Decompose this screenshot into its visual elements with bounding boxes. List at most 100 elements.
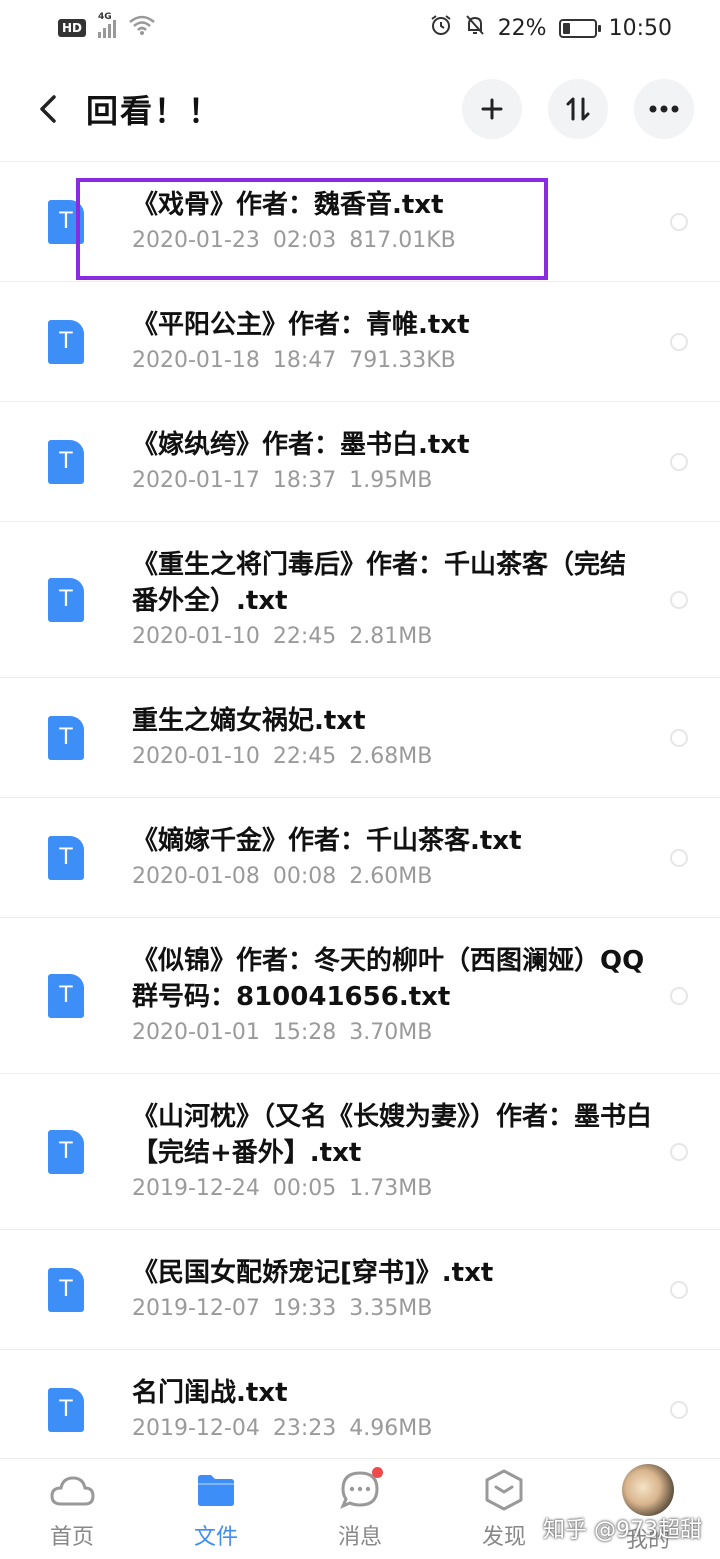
sort-button[interactable] bbox=[548, 78, 608, 139]
file-row[interactable]: T 《似锦》作者：冬天的柳叶（西图澜娅）QQ群号码：810041656.txt … bbox=[0, 918, 720, 1074]
signal-bar bbox=[98, 32, 102, 38]
cloud-icon bbox=[49, 1467, 95, 1513]
plus-icon bbox=[481, 98, 503, 119]
nav-label: 发现 bbox=[481, 1525, 526, 1550]
select-checkbox[interactable] bbox=[670, 452, 688, 471]
network-type-label: 4G bbox=[98, 12, 112, 22]
file-row[interactable]: T 《重生之将门毒后》作者：千山茶客（完结 番外全）.txt 2020-01-1… bbox=[0, 522, 720, 678]
file-name: 《似锦》作者：冬天的柳叶（西图澜娅）QQ群号码：810041656.txt bbox=[132, 945, 645, 1012]
select-checkbox[interactable] bbox=[670, 848, 688, 867]
select-checkbox[interactable] bbox=[670, 212, 688, 231]
file-size: 2.68MB bbox=[349, 743, 433, 769]
file-meta: 2020-01-01 15:28 3.70MB bbox=[132, 1017, 652, 1049]
nav-home[interactable]: 首页 bbox=[0, 1459, 144, 1559]
file-time: 00:08 bbox=[272, 863, 337, 889]
file-size: 3.70MB bbox=[349, 1019, 433, 1045]
file-date: 2020-01-18 bbox=[132, 347, 260, 373]
notification-dot bbox=[372, 1467, 383, 1478]
file-text: 《重生之将门毒后》作者：千山茶客（完结 番外全）.txt 2020-01-10 … bbox=[132, 547, 652, 653]
file-size: 2.60MB bbox=[349, 863, 433, 889]
battery-icon bbox=[558, 18, 601, 38]
file-meta: 2019-12-07 19:33 3.35MB bbox=[132, 1293, 652, 1325]
file-meta: 2020-01-23 02:03 817.01KB bbox=[132, 225, 652, 257]
hd-badge: HD bbox=[58, 19, 87, 37]
file-row[interactable]: T 《嫡嫁千金》作者：千山茶客.txt 2020-01-08 00:08 2.6… bbox=[0, 798, 720, 918]
file-time: 22:45 bbox=[272, 623, 337, 649]
file-text: 《民国女配娇宠记[穿书]》.txt 2019-12-07 19:33 3.35M… bbox=[132, 1255, 652, 1325]
file-meta: 2020-01-18 18:47 791.33KB bbox=[132, 345, 652, 377]
file-row[interactable]: T 重生之嫡女祸妃.txt 2020-01-10 22:45 2.68MB bbox=[0, 678, 720, 798]
signal-bar bbox=[103, 28, 107, 38]
file-text: 《嫡嫁千金》作者：千山茶客.txt 2020-01-08 00:08 2.60M… bbox=[132, 823, 652, 893]
page-title: 回看！！ bbox=[86, 91, 223, 130]
file-name: 《民国女配娇宠记[穿书]》.txt bbox=[132, 1257, 494, 1288]
file-name: 重生之嫡女祸妃.txt bbox=[132, 705, 366, 736]
back-button[interactable] bbox=[30, 87, 66, 131]
select-checkbox[interactable] bbox=[670, 332, 688, 351]
file-meta: 2020-01-08 00:08 2.60MB bbox=[132, 861, 652, 893]
select-checkbox[interactable] bbox=[670, 986, 688, 1005]
file-time: 00:05 bbox=[272, 1175, 337, 1201]
text-file-icon: T bbox=[48, 439, 84, 484]
file-date: 2020-01-23 bbox=[132, 227, 260, 253]
nav-messages[interactable]: 消息 bbox=[288, 1459, 432, 1559]
file-row[interactable]: T 《戏骨》作者：魏香音.txt 2020-01-23 02:03 817.01… bbox=[0, 162, 720, 282]
file-row[interactable]: T 《嫁纨绔》作者：墨书白.txt 2020-01-17 18:37 1.95M… bbox=[0, 402, 720, 522]
add-button[interactable] bbox=[462, 78, 522, 139]
file-time: 02:03 bbox=[272, 227, 337, 253]
file-row[interactable]: T 《平阳公主》作者：青帷.txt 2020-01-18 18:47 791.3… bbox=[0, 282, 720, 402]
text-file-icon: T bbox=[48, 199, 84, 244]
file-text: 《平阳公主》作者：青帷.txt 2020-01-18 18:47 791.33K… bbox=[132, 307, 652, 377]
select-checkbox[interactable] bbox=[670, 1142, 688, 1161]
file-meta: 2020-01-10 22:45 2.68MB bbox=[132, 741, 652, 773]
file-date: 2019-12-24 bbox=[132, 1175, 260, 1201]
text-file-icon: T bbox=[48, 319, 84, 364]
signal-bar bbox=[113, 20, 117, 38]
file-size: 3.35MB bbox=[349, 1295, 433, 1321]
status-right: 22% 10:50 bbox=[430, 14, 672, 42]
file-time: 18:37 bbox=[272, 467, 337, 493]
file-text: 《嫁纨绔》作者：墨书白.txt 2020-01-17 18:37 1.95MB bbox=[132, 427, 652, 497]
file-row[interactable]: T 《山河枕》（又名《长嫂为妻》）作者：墨书白【完结+番外】.txt 2019-… bbox=[0, 1074, 720, 1230]
file-row[interactable]: T 《民国女配娇宠记[穿书]》.txt 2019-12-07 19:33 3.3… bbox=[0, 1230, 720, 1350]
more-button[interactable] bbox=[634, 78, 694, 139]
file-name: 《山河枕》（又名《长嫂为妻》）作者：墨书白【完结+番外】.txt bbox=[132, 1101, 653, 1168]
avatar bbox=[622, 1464, 674, 1516]
nav-discover[interactable]: 发现 bbox=[432, 1459, 576, 1559]
file-row[interactable]: T 名门闺战.txt 2019-12-04 23:23 4.96MB bbox=[0, 1350, 720, 1470]
nav-label: 首页 bbox=[49, 1525, 94, 1550]
text-file-icon: T bbox=[48, 835, 84, 880]
file-size: 1.73MB bbox=[349, 1175, 433, 1201]
select-checkbox[interactable] bbox=[670, 590, 688, 609]
file-time: 19:33 bbox=[272, 1295, 337, 1321]
text-file-icon: T bbox=[48, 577, 84, 622]
file-date: 2020-01-10 bbox=[132, 743, 260, 769]
nav-files[interactable]: 文件 bbox=[144, 1459, 288, 1559]
status-bar: HD 4G 22% 10:50 bbox=[0, 0, 720, 56]
file-name: 名门闺战.txt bbox=[132, 1377, 288, 1408]
select-checkbox[interactable] bbox=[670, 1280, 688, 1299]
file-meta: 2019-12-24 00:05 1.73MB bbox=[132, 1173, 652, 1205]
text-file-icon: T bbox=[48, 715, 84, 760]
file-size: 1.95MB bbox=[349, 467, 433, 493]
alarm-icon bbox=[430, 14, 452, 42]
file-meta: 2020-01-10 22:45 2.81MB bbox=[132, 621, 652, 653]
file-meta: 2019-12-04 23:23 4.96MB bbox=[132, 1413, 652, 1445]
file-text: 《山河枕》（又名《长嫂为妻》）作者：墨书白【完结+番外】.txt 2019-12… bbox=[132, 1099, 652, 1205]
file-name: 《平阳公主》作者：青帷.txt bbox=[132, 309, 470, 340]
file-name: 《嫡嫁千金》作者：千山茶客.txt bbox=[132, 825, 522, 856]
file-size: 791.33KB bbox=[349, 347, 456, 373]
file-text: 《似锦》作者：冬天的柳叶（西图澜娅）QQ群号码：810041656.txt 20… bbox=[132, 943, 652, 1049]
watermark: 知乎 @973超甜 bbox=[543, 1518, 702, 1543]
file-meta: 2020-01-17 18:37 1.95MB bbox=[132, 465, 652, 497]
file-size: 2.81MB bbox=[349, 623, 433, 649]
sort-icon bbox=[566, 97, 590, 120]
select-checkbox[interactable] bbox=[670, 728, 688, 747]
nav-profile[interactable]: 我的 bbox=[576, 1459, 720, 1559]
file-date: 2020-01-08 bbox=[132, 863, 260, 889]
discover-hexagon-icon bbox=[481, 1467, 527, 1513]
file-date: 2020-01-01 bbox=[132, 1019, 260, 1045]
cellular-signal-icon: 4G bbox=[98, 12, 117, 38]
select-checkbox[interactable] bbox=[670, 1400, 688, 1419]
file-date: 2019-12-07 bbox=[132, 1295, 260, 1321]
